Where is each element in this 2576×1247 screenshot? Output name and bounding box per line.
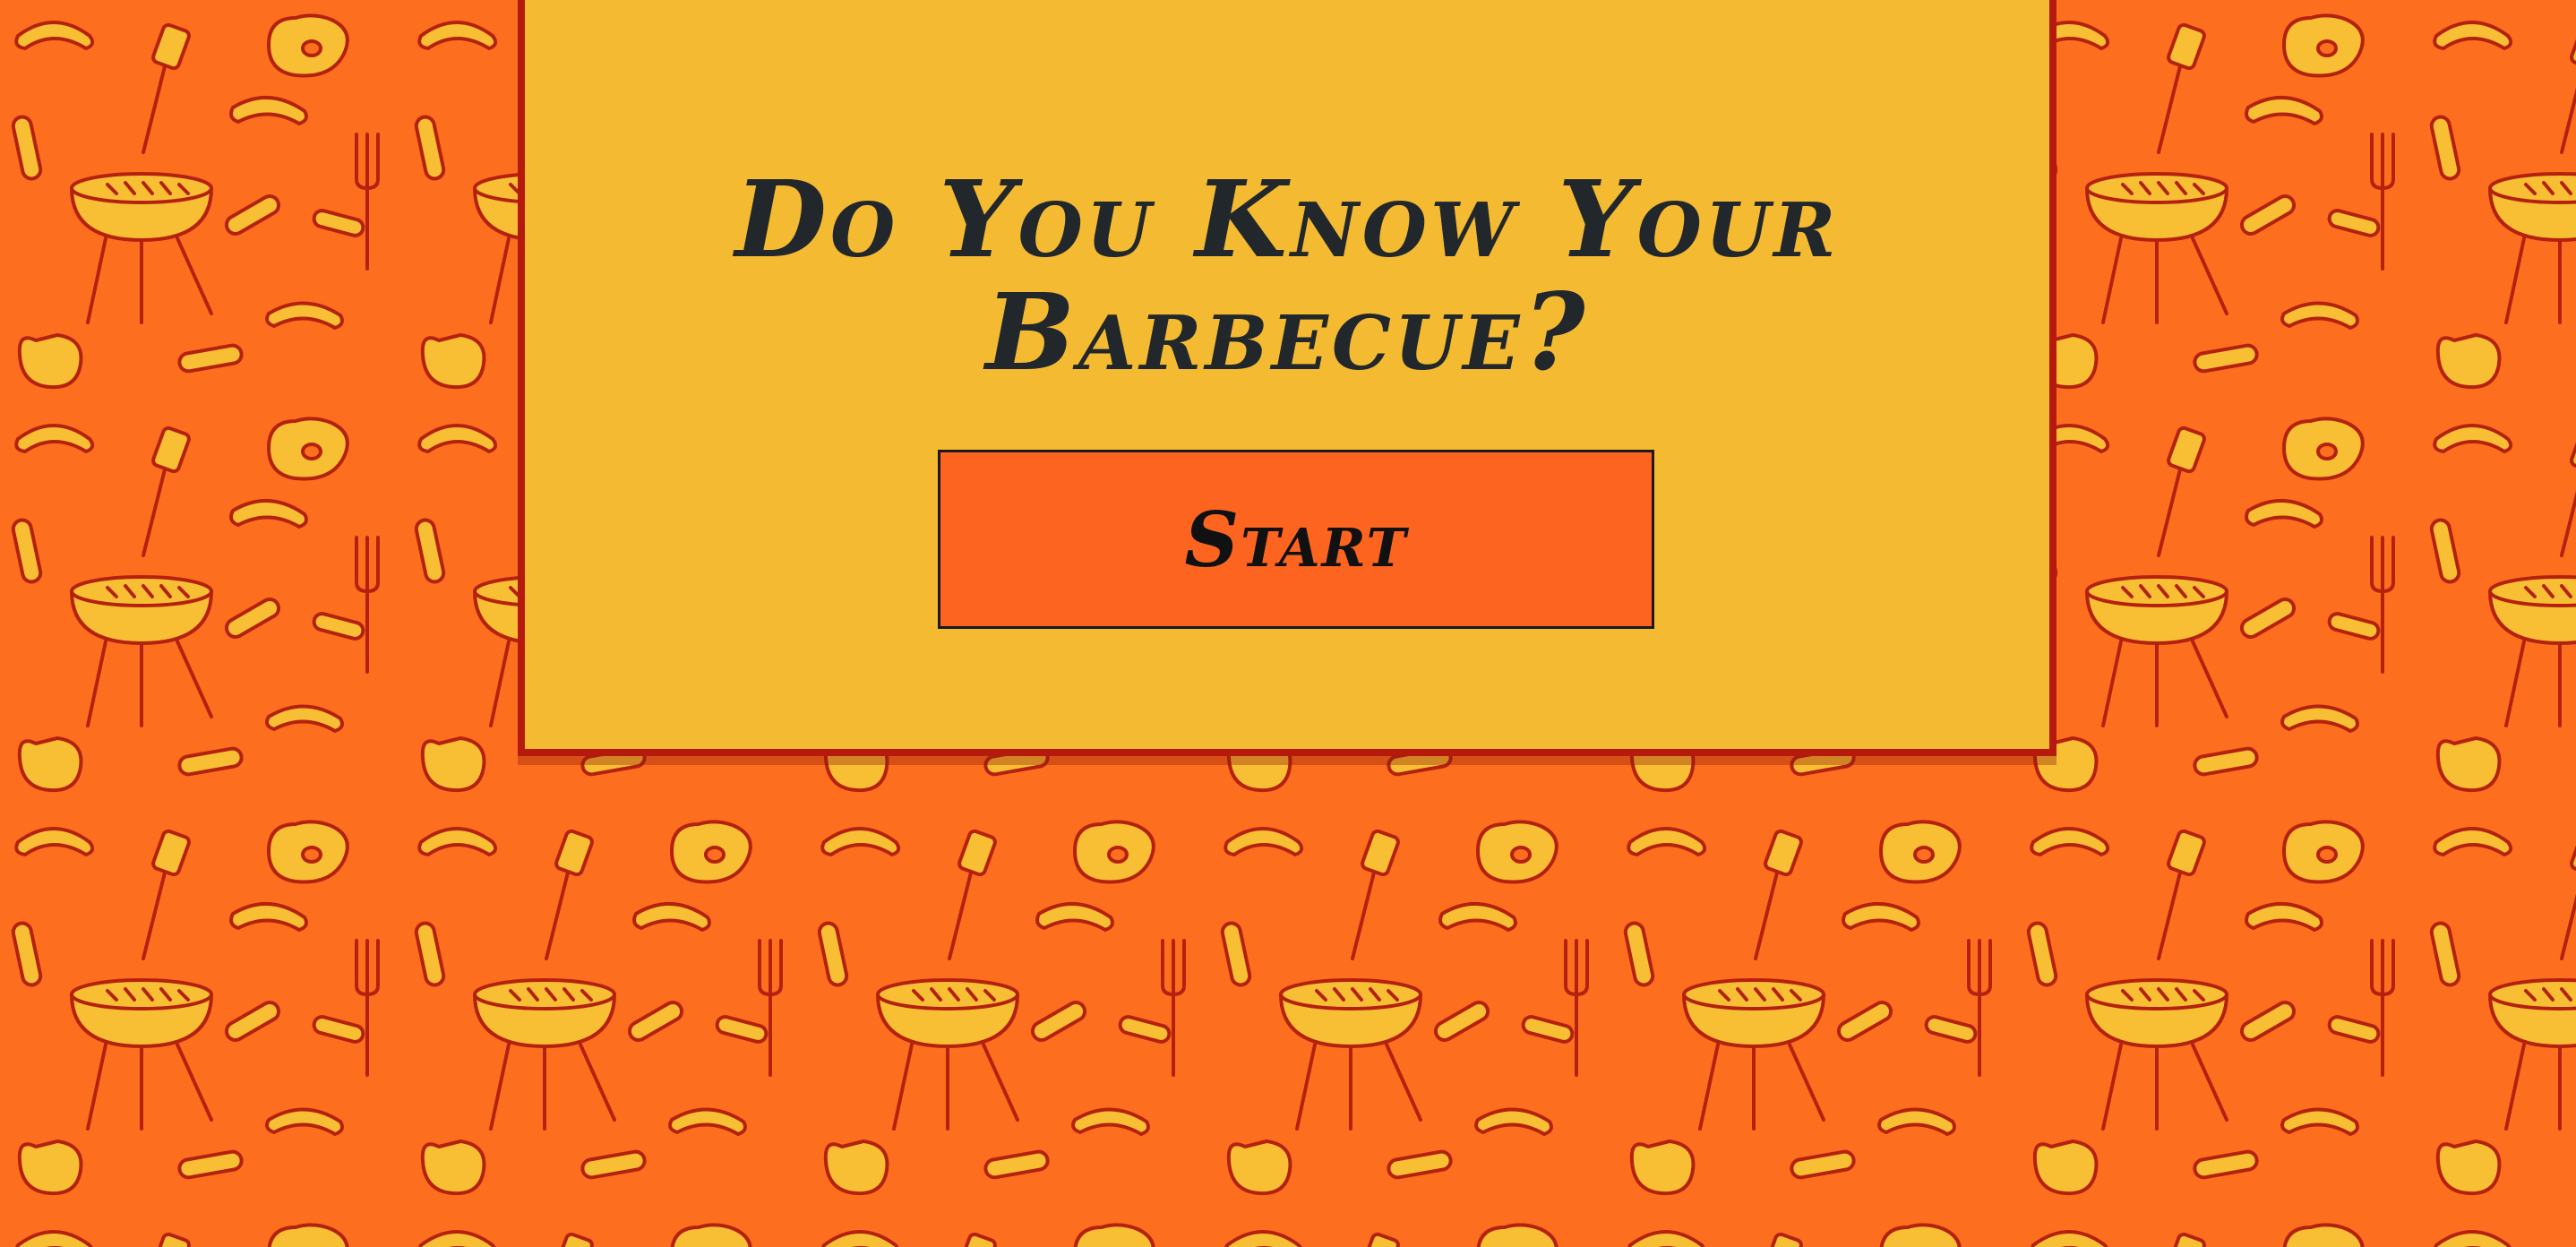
title-line-2: Barbecue? xyxy=(985,270,1589,394)
start-button[interactable]: Start xyxy=(938,450,1654,629)
welcome-panel: Do You Know Your Barbecue? Start xyxy=(518,0,2057,756)
page-title: Do You Know Your Barbecue? xyxy=(525,163,2049,389)
title-line-1: Do You Know Your xyxy=(734,157,1840,281)
start-button-label: Start xyxy=(1184,494,1408,584)
